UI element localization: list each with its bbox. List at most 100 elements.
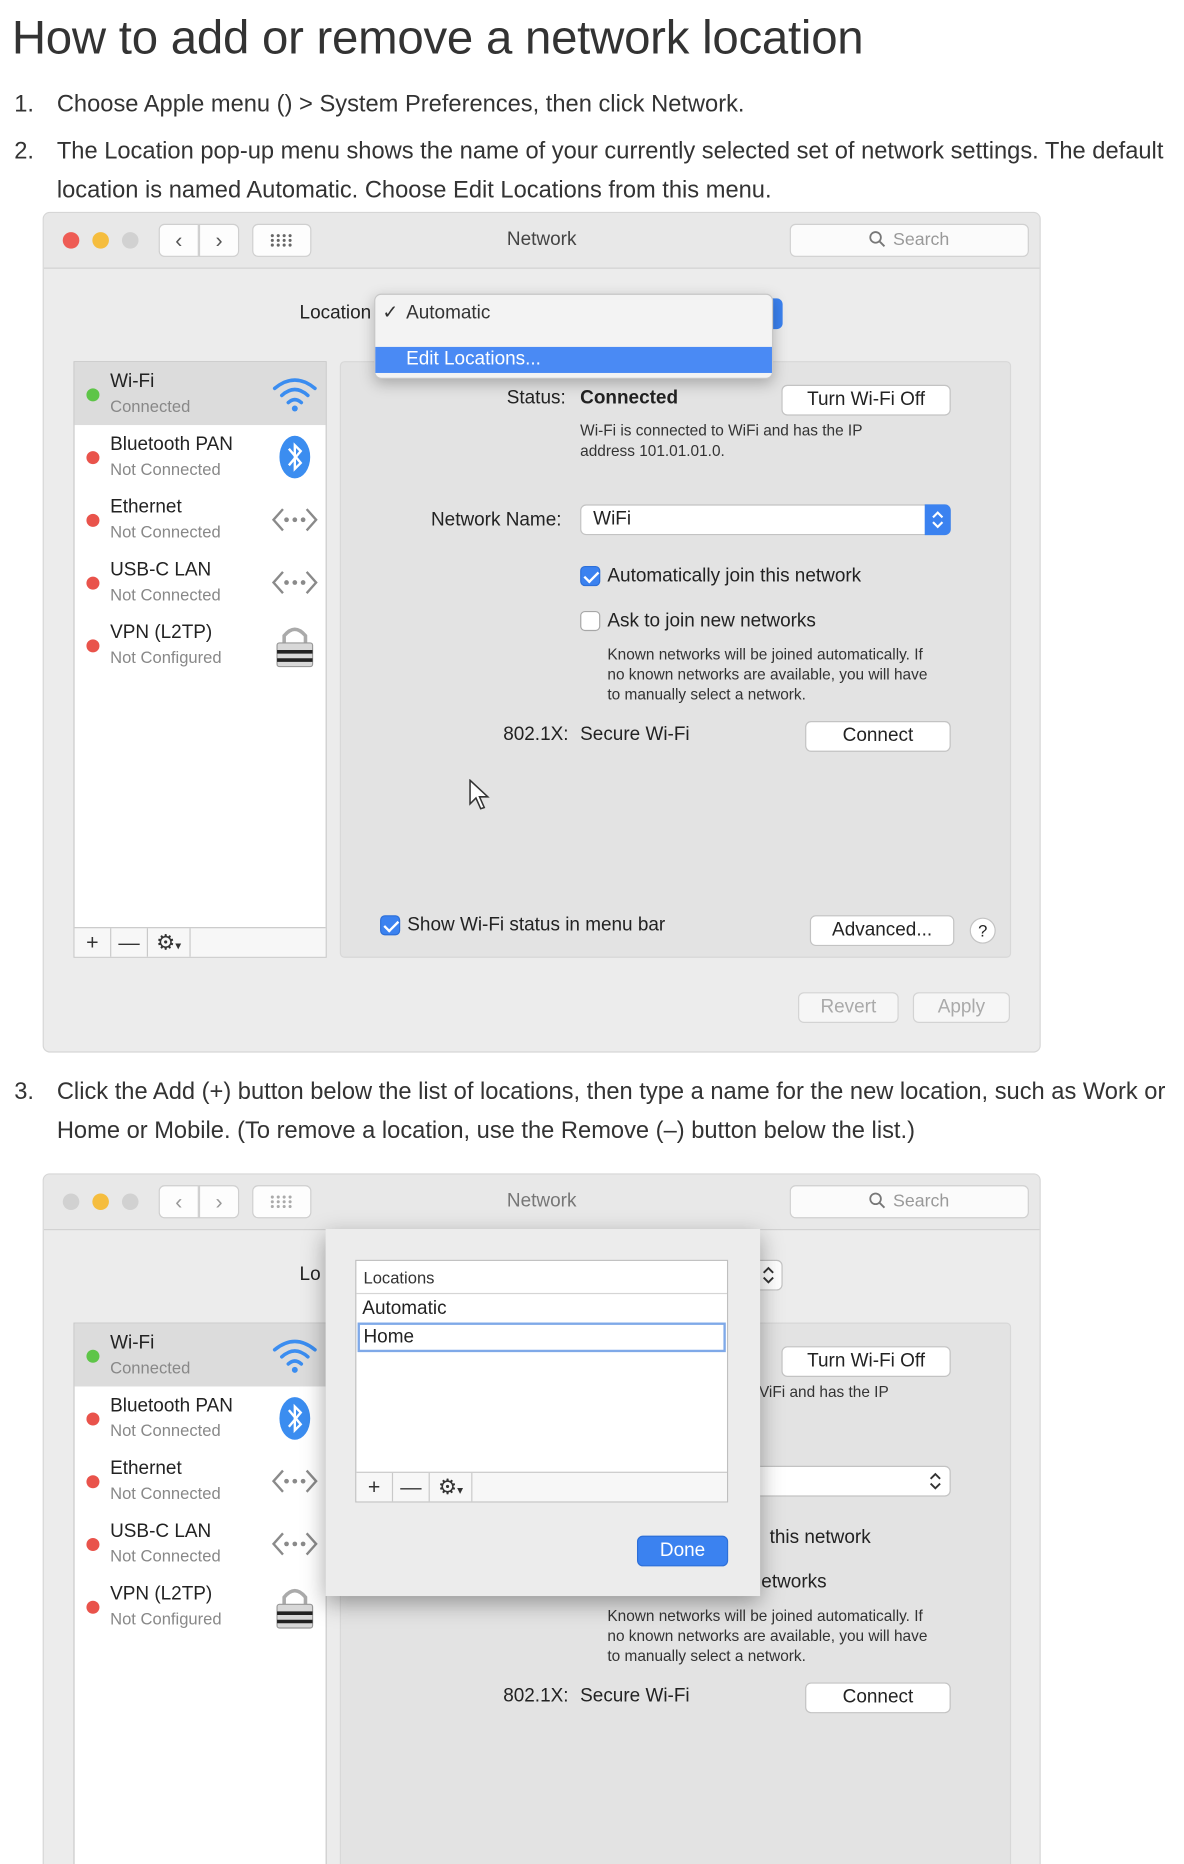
menu-item-label: Automatic — [406, 303, 491, 324]
remove-service-button[interactable]: — — [111, 928, 148, 957]
service-item-wifi[interactable]: Wi-Fi Connected — [74, 1323, 326, 1387]
wifi-icon — [272, 1339, 317, 1373]
location-item-automatic[interactable]: Automatic — [356, 1296, 727, 1322]
done-button[interactable]: Done — [636, 1535, 729, 1567]
dot1x-label: 802.1X: — [503, 724, 569, 745]
service-status: Not Connected — [110, 522, 221, 542]
service-item-ethernet[interactable]: Ethernet Not Connected — [75, 1449, 326, 1512]
auto-join-label: Automatically join this network — [607, 565, 862, 587]
service-status: Connected — [110, 396, 191, 416]
status-dot — [86, 639, 100, 653]
connect-button[interactable]: Connect — [805, 1682, 951, 1714]
service-list: Wi-Fi Connected Bluetooth PAN Not Connec… — [73, 361, 327, 958]
show-wifi-status-checkbox[interactable] — [380, 915, 401, 936]
service-status: Not Connected — [110, 584, 221, 604]
step-text: The Location pop-up menu shows the name … — [56, 138, 1164, 204]
service-name: VPN (L2TP) — [110, 622, 213, 643]
known-networks-description: Known networks will be joined automatica… — [607, 645, 928, 704]
auto-join-checkbox[interactable] — [580, 565, 601, 587]
revert-button[interactable]: Revert — [798, 992, 899, 1023]
remove-location-button[interactable]: — — [393, 1472, 430, 1502]
ethernet-icon — [271, 1532, 318, 1556]
search-field[interactable]: Search — [789, 223, 1029, 257]
service-name: USB-C LAN — [110, 560, 212, 581]
service-item-usb-c-lan[interactable]: USB-C LAN Not Connected — [75, 1512, 326, 1575]
network-name-popup[interactable] — [743, 1465, 951, 1497]
add-location-button[interactable]: + — [356, 1472, 394, 1502]
status-dot — [86, 1412, 100, 1426]
service-status: Not Configured — [110, 1609, 222, 1628]
service-status: Not Connected — [110, 1546, 221, 1566]
lock-icon — [276, 627, 314, 668]
gear-menu-button[interactable]: ⚙▾ — [148, 928, 191, 957]
service-item-bluetooth-pan[interactable]: Bluetooth PAN Not Connected — [75, 425, 326, 488]
service-name: Wi-Fi — [110, 371, 155, 392]
gear-icon: ⚙ — [156, 930, 176, 955]
service-status: Not Connected — [110, 1420, 221, 1440]
service-item-bluetooth-pan[interactable]: Bluetooth PAN Not Connected — [75, 1386, 326, 1449]
wifi-settings-panel: Status: Connected Turn Wi-Fi Off Wi-Fi i… — [339, 361, 1012, 958]
dot1x-value: Secure Wi-Fi — [580, 1686, 690, 1707]
dot1x-value: Secure Wi-Fi — [580, 724, 690, 745]
menu-item-edit-locations[interactable]: Edit Locations... — [375, 346, 772, 373]
menu-item-automatic[interactable]: ✓ Automatic — [375, 301, 772, 327]
service-name: USB-C LAN — [110, 1521, 212, 1542]
gear-menu-button[interactable]: ⚙▾ — [430, 1472, 473, 1502]
location-name-input[interactable]: Home — [357, 1322, 726, 1353]
network-name-label: Network Name: — [430, 510, 562, 531]
status-dot — [86, 1349, 100, 1363]
status-dot — [86, 1600, 100, 1614]
ask-join-label: Ask to join new networks — [607, 610, 816, 632]
chevron-down-icon: ▾ — [175, 940, 182, 954]
locations-header: Locations — [356, 1261, 727, 1295]
locations-sheet: Locations Automatic Home + — ⚙▾ Done — [325, 1228, 761, 1597]
wifi-icon — [272, 378, 317, 412]
turn-wifi-off-button[interactable]: Turn Wi-Fi Off — [781, 1346, 951, 1377]
help-button[interactable]: ? — [969, 917, 996, 944]
status-dot — [86, 576, 100, 590]
lock-icon — [276, 1588, 314, 1629]
service-name: Ethernet — [110, 1458, 182, 1479]
dot1x-label: 802.1X: — [503, 1686, 569, 1707]
location-menu: ✓ Automatic Edit Locations... — [374, 293, 774, 379]
show-wifi-status-label: Show Wi-Fi status in menu bar — [407, 915, 666, 936]
step-number: 2. — [14, 138, 34, 165]
status-dot — [86, 513, 100, 527]
locations-list: Locations Automatic Home + — ⚙▾ — [355, 1259, 729, 1503]
service-name: Bluetooth PAN — [110, 1395, 233, 1417]
service-item-vpn[interactable]: VPN (L2TP) Not Configured — [75, 1575, 326, 1638]
status-description-clipped: ViFi and has the IP — [758, 1382, 889, 1401]
apply-button[interactable]: Apply — [912, 992, 1010, 1023]
service-item-vpn[interactable]: VPN (L2TP) Not Configured — [75, 613, 326, 676]
service-status: Connected — [110, 1358, 191, 1377]
stepper-icon — [763, 1266, 774, 1284]
service-item-ethernet[interactable]: Ethernet Not Connected — [75, 488, 326, 551]
search-placeholder: Search — [893, 1191, 950, 1212]
turn-wifi-off-button[interactable]: Turn Wi-Fi Off — [781, 384, 951, 416]
connect-button[interactable]: Connect — [805, 721, 951, 752]
add-service-button[interactable]: + — [75, 928, 112, 957]
advanced-button[interactable]: Advanced... — [809, 915, 955, 947]
service-item-usb-c-lan[interactable]: USB-C LAN Not Connected — [75, 551, 326, 614]
location-label: Location — [299, 303, 372, 324]
title-bar: ‹ › Network Search — [43, 1174, 1040, 1231]
search-icon — [869, 231, 886, 247]
service-list: Wi-Fi Connected Bluetooth PAN Not Connec… — [73, 1322, 327, 1864]
service-status: Not Connected — [110, 459, 221, 479]
service-status: Not Configured — [110, 647, 222, 667]
menu-item-label: Edit Locations... — [406, 349, 541, 370]
location-label-clipped: Lo — [299, 1264, 321, 1285]
network-name-popup[interactable]: WiFi — [580, 504, 951, 536]
cursor-icon — [469, 779, 490, 810]
service-item-wifi[interactable]: Wi-Fi Connected — [74, 362, 326, 426]
step-number: 1. — [14, 91, 34, 118]
checkmark-icon: ✓ — [382, 303, 399, 324]
stepper-icon — [929, 1472, 941, 1490]
page-title: How to add or remove a network location — [11, 11, 864, 64]
ethernet-icon — [271, 571, 318, 594]
ethernet-icon — [271, 1469, 318, 1493]
ask-join-checkbox[interactable] — [580, 610, 601, 632]
search-icon — [869, 1192, 886, 1209]
search-field[interactable]: Search — [789, 1185, 1029, 1219]
status-description: Wi-Fi is connected to WiFi and has the I… — [580, 421, 863, 460]
